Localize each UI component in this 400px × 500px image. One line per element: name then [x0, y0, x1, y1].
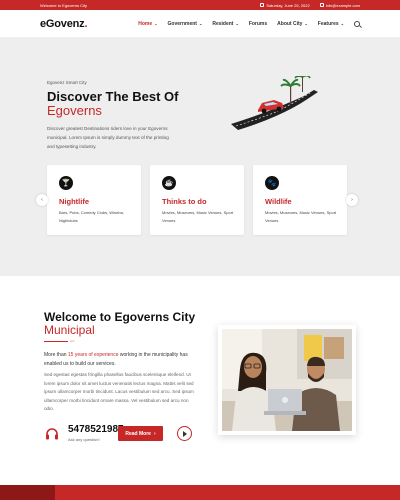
paw-icon: 🐾: [265, 176, 279, 190]
card-title[interactable]: Nightlife: [59, 197, 89, 206]
nav-item-features[interactable]: Features ⌄: [318, 21, 344, 27]
headset-icon: [44, 426, 60, 442]
search-icon[interactable]: [354, 20, 360, 27]
coffee-icon: ☕: [162, 176, 176, 190]
about-title: Welcome to Egoverns City: [44, 310, 196, 324]
main-navbar: eGovenz. Home ⌄ Government ⌄ Resident ⌄ For…: [0, 10, 400, 38]
about-lead: More than 15 years of experience working…: [44, 351, 204, 369]
chevron-down-icon: ⌄: [198, 21, 203, 26]
topbar-info: Saturday, June 25, 2022 info@example.com: [260, 3, 360, 8]
carousel-prev-button[interactable]: ‹: [36, 194, 48, 206]
nav-label[interactable]: Resident: [212, 21, 233, 27]
play-video-button[interactable]: [177, 426, 192, 441]
card-title[interactable]: Wildlife: [265, 197, 292, 206]
site-logo[interactable]: eGovenz.: [40, 17, 88, 30]
nav-item-forums[interactable]: Forums: [249, 21, 267, 27]
footer-bar: [0, 485, 400, 500]
carousel-next-button[interactable]: ›: [346, 194, 358, 206]
read-more-label[interactable]: Read More: [125, 431, 151, 437]
card-title[interactable]: Thinks to do: [162, 197, 207, 206]
nav-label[interactable]: Forums: [249, 21, 267, 27]
nav-label[interactable]: About City: [277, 21, 302, 27]
title-divider: [44, 341, 68, 342]
feature-card-things-to-do[interactable]: ☕ Thinks to do Movies, Museums, Music Ve…: [150, 165, 244, 235]
calendar-icon: [260, 3, 265, 7]
contact-block: 5478521987 Ask any question!: [44, 425, 124, 442]
date-text: Saturday, June 25, 2022: [266, 2, 310, 8]
about-title-highlight: Municipal: [44, 323, 95, 337]
chevron-right-icon: ›: [351, 197, 353, 203]
chevron-left-icon: ‹: [41, 197, 43, 203]
hero-section: [0, 38, 400, 276]
card-desc: Bars, Pubs, Comedy Clubs, Wineba, Nightc…: [59, 210, 124, 223]
feature-card-nightlife[interactable]: 🍸 Nightlife Bars, Pubs, Comedy Clubs, Wi…: [47, 165, 141, 235]
nav-item-home[interactable]: Home ⌄: [138, 21, 157, 27]
nav-label[interactable]: Government: [168, 21, 197, 27]
office-team-photo: [222, 329, 352, 431]
hero-title-highlight: Egoverns: [47, 103, 102, 118]
logo-dot: .: [84, 17, 88, 30]
date-info: Saturday, June 25, 2022: [260, 2, 310, 8]
chevron-down-icon: ⌄: [340, 21, 344, 26]
hero-eyebrow: Egovenz Smart City: [47, 80, 87, 85]
chevron-down-icon: ⌄: [235, 21, 239, 26]
arrow-right-icon: ›: [153, 430, 156, 437]
phone-number[interactable]: 5478521987: [68, 425, 124, 435]
road-car-illustration: [231, 76, 318, 130]
logo-text[interactable]: eGovenz: [40, 18, 85, 30]
hero-description: Discover greatest Destinations riders lo…: [47, 126, 169, 149]
card-desc: Movies, Museums, Music Venues, Sport Ven…: [162, 210, 234, 223]
card-desc: Movies, Museums, Music Venues, Sport Ven…: [265, 210, 337, 223]
feature-card-wildlife[interactable]: 🐾 Wildlife Movies, Museums, Music Venues…: [253, 165, 347, 235]
nav-item-resident[interactable]: Resident ⌄: [212, 21, 238, 27]
chevron-down-icon: ⌄: [154, 21, 158, 26]
mail-icon: [319, 3, 324, 7]
about-paragraph: Sed egestas egestas fringilla phasellus …: [44, 372, 194, 412]
welcome-text: Welcome to Egoverns City: [40, 2, 88, 8]
cocktail-icon: 🍸: [59, 176, 73, 190]
nav-item-about-city[interactable]: About City ⌄: [277, 21, 308, 27]
about-photo-frame: [218, 325, 356, 435]
lead-highlight: 15 years of experience: [67, 352, 119, 358]
top-bar: Welcome to Egoverns City Saturday, June …: [0, 0, 400, 10]
contact-text: 5478521987 Ask any question!: [68, 425, 124, 443]
lead-prefix: More than: [44, 352, 67, 358]
nav-menu: Home ⌄ Government ⌄ Resident ⌄ Forums About…: [138, 20, 360, 27]
email-text[interactable]: info@example.com: [326, 3, 360, 8]
read-more-button[interactable]: Read More ›: [118, 426, 163, 441]
chevron-down-icon: ⌄: [304, 21, 308, 26]
divider-label: CITY: [70, 340, 75, 343]
nav-label[interactable]: Features: [318, 21, 339, 27]
hero-title: Discover The Best Of: [47, 89, 179, 104]
nav-item-government[interactable]: Government ⌄: [168, 21, 203, 27]
nav-label[interactable]: Home: [138, 21, 152, 27]
ask-question-text: Ask any question!: [68, 437, 100, 442]
email-info[interactable]: info@example.com: [319, 3, 360, 8]
